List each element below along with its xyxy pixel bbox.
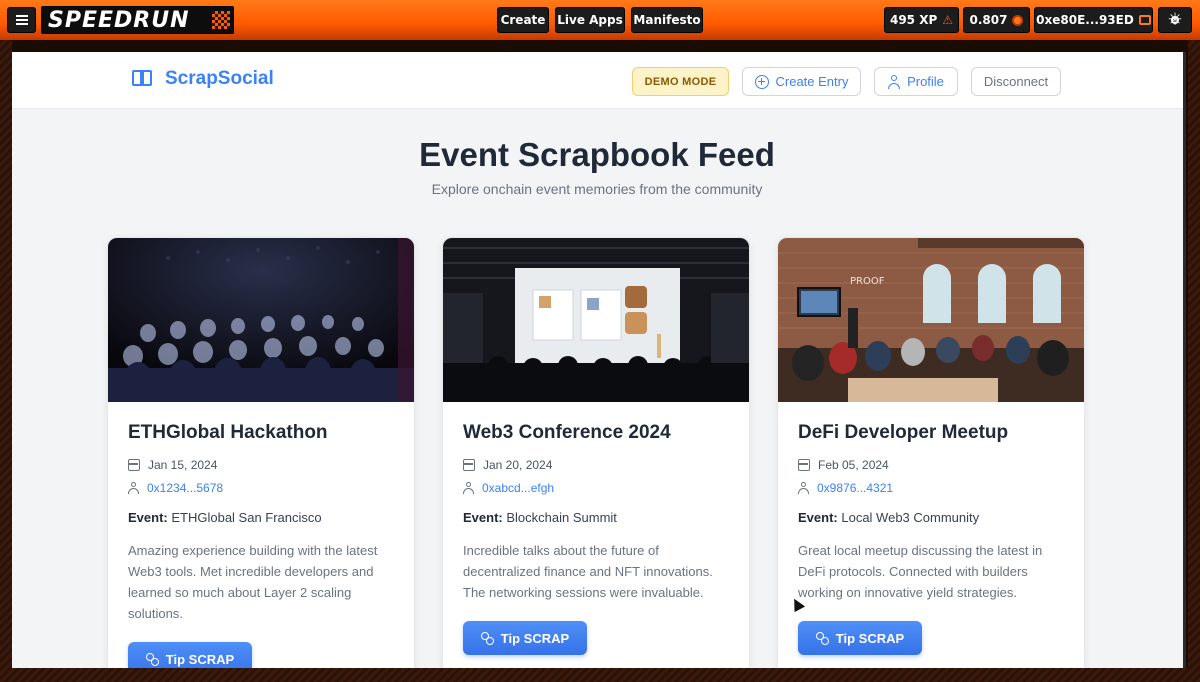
wallet-icon (1138, 15, 1151, 25)
calendar-icon (798, 459, 810, 471)
scrapbook-card: Web3 Conference 2024 Jan 20, 2024 0xabcd… (442, 237, 750, 668)
user-icon (128, 482, 139, 494)
card-author-link[interactable]: 0x1234...5678 (147, 481, 223, 495)
tip-scrap-button[interactable]: Tip SCRAP (798, 621, 922, 655)
card-title: ETHGlobal Hackathon (128, 422, 328, 443)
demo-mode-badge: DEMO MODE (632, 67, 729, 96)
wallet-address: 0xe80E...93ED (1036, 13, 1134, 27)
tip-label: Tip SCRAP (165, 651, 235, 667)
nav-live-apps-button[interactable]: Live Apps (555, 7, 625, 33)
scrapbook-card: PROOF DeFi Developer Meetup Feb 05, 2024… (777, 237, 1085, 668)
brand[interactable]: ScrapSocial (132, 68, 274, 90)
card-author-link[interactable]: 0xabcd...efgh (482, 481, 554, 495)
tip-label: Tip SCRAP (835, 630, 905, 646)
right-border-pattern (1188, 40, 1200, 682)
event-photo-conference (443, 238, 749, 402)
card-date: Feb 05, 2024 (818, 458, 889, 472)
card-date-row: Jan 15, 2024 (128, 458, 398, 472)
coins-icon (815, 631, 829, 645)
card-date-row: Feb 05, 2024 (798, 458, 1068, 472)
bottom-border-pattern (0, 668, 1200, 682)
card-event: Event: Local Web3 Community (798, 510, 1068, 525)
coins-icon (480, 631, 494, 645)
card-author-link[interactable]: 0x9876...4321 (817, 481, 893, 495)
left-border-pattern (0, 40, 12, 682)
event-name: Blockchain Summit (506, 510, 617, 525)
card-body: Web3 Conference 2024 Jan 20, 2024 0xabcd… (463, 402, 733, 655)
event-label: Event: (128, 510, 168, 525)
app-header: ScrapSocial DEMO MODE Create Entry Profi… (12, 52, 1183, 109)
card-date: Jan 20, 2024 (483, 458, 553, 472)
coin-icon (1012, 14, 1024, 26)
brand-name: ScrapSocial (165, 68, 274, 89)
nav-manifesto-button[interactable]: Manifesto (631, 7, 703, 33)
logo-text: SPEEDRUN (48, 8, 190, 33)
card-title: Web3 Conference 2024 (463, 422, 671, 443)
profile-button[interactable]: Profile (874, 67, 958, 96)
user-icon (888, 74, 901, 89)
nav-create-button[interactable]: Create (497, 7, 549, 33)
card-body: ETHGlobal Hackathon Jan 15, 2024 0x1234.… (128, 402, 398, 668)
event-name: ETHGlobal San Francisco (171, 510, 322, 525)
create-entry-label: Create Entry (775, 74, 849, 89)
balance-value: 0.807 (969, 13, 1008, 27)
tip-scrap-button[interactable]: Tip SCRAP (128, 642, 252, 668)
user-icon (463, 482, 474, 494)
card-author-row: 0x9876...4321 (798, 481, 1068, 495)
card-body: DeFi Developer Meetup Feb 05, 2024 0x987… (798, 402, 1068, 655)
app-frame: ScrapSocial DEMO MODE Create Entry Profi… (12, 52, 1186, 668)
card-description: Great local meetup discussing the latest… (798, 543, 1043, 600)
event-name: Local Web3 Community (841, 510, 980, 525)
hamburger-menu-icon[interactable] (7, 7, 36, 33)
event-label: Event: (798, 510, 838, 525)
card-description: Amazing experience building with the lat… (128, 543, 378, 621)
card-author-row: 0xabcd...efgh (463, 481, 733, 495)
coins-icon (145, 652, 159, 666)
tip-scrap-button[interactable]: Tip SCRAP (463, 621, 587, 655)
calendar-icon (128, 459, 140, 471)
event-photo-hackathon (108, 238, 414, 402)
user-icon (798, 482, 809, 494)
scrapbook-card: ETHGlobal Hackathon Jan 15, 2024 0x1234.… (107, 237, 415, 668)
wallet-address-button[interactable]: 0xe80E...93ED (1034, 7, 1153, 33)
card-date: Jan 15, 2024 (148, 458, 218, 472)
xp-badge[interactable]: 495 XP ⚠ (884, 7, 959, 33)
plus-circle-icon (754, 74, 769, 89)
speedrun-topbar: SPEEDRUN Create Live Apps Manifesto 495 … (0, 0, 1200, 40)
sun-icon (1167, 9, 1183, 31)
speedrun-logo[interactable]: SPEEDRUN (41, 6, 234, 34)
book-open-icon (132, 69, 155, 89)
event-photo-meetup: PROOF (778, 238, 1084, 402)
card-event: Event: Blockchain Summit (463, 510, 733, 525)
event-label: Event: (463, 510, 503, 525)
card-author-row: 0x1234...5678 (128, 481, 398, 495)
page-subtitle: Explore onchain event memories from the … (431, 181, 763, 197)
card-date-row: Jan 20, 2024 (463, 458, 733, 472)
profile-label: Profile (907, 74, 944, 89)
xp-value: 495 XP (889, 13, 938, 27)
card-description: Incredible talks about the future of dec… (463, 543, 713, 600)
photo-sign-text: PROOF (850, 276, 885, 287)
balance-badge[interactable]: 0.807 (963, 7, 1030, 33)
disconnect-button[interactable]: Disconnect (971, 67, 1061, 96)
calendar-icon (463, 459, 475, 471)
card-event: Event: ETHGlobal San Francisco (128, 510, 398, 525)
create-entry-button[interactable]: Create Entry (742, 67, 861, 96)
card-title: DeFi Developer Meetup (798, 422, 1009, 443)
triangle-icon: ⚠ (942, 13, 954, 27)
page-title: Event Scrapbook Feed (419, 136, 775, 173)
tip-label: Tip SCRAP (500, 630, 570, 646)
theme-toggle-button[interactable] (1158, 7, 1192, 33)
checkered-flag-icon (212, 11, 230, 29)
